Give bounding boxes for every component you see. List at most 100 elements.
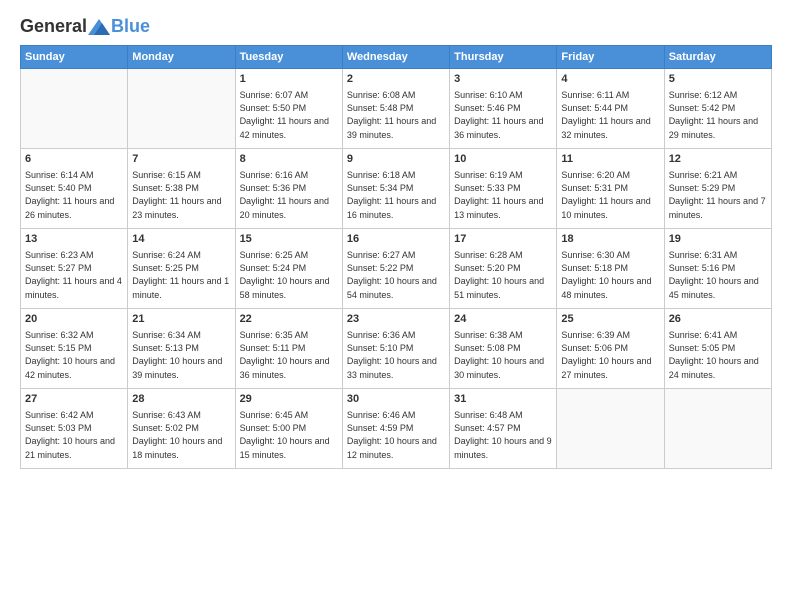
day-info: Sunrise: 6:12 AM Sunset: 5:42 PM Dayligh… [669,89,767,141]
day-info: Sunrise: 6:07 AM Sunset: 5:50 PM Dayligh… [240,89,338,141]
calendar-day-cell: 22Sunrise: 6:35 AM Sunset: 5:11 PM Dayli… [235,309,342,389]
day-number: 24 [454,312,552,327]
logo-blue-text: Blue [111,16,150,37]
day-info: Sunrise: 6:14 AM Sunset: 5:40 PM Dayligh… [25,169,123,221]
day-number: 18 [561,232,659,247]
day-number: 11 [561,152,659,167]
day-info: Sunrise: 6:23 AM Sunset: 5:27 PM Dayligh… [25,249,123,301]
day-number: 5 [669,72,767,87]
calendar-day-cell: 8 Sunrise: 6:16 AM Sunset: 5:36 PM Daylig… [235,149,342,229]
calendar-day-cell: 13 Sunrise: 6:23 AM Sunset: 5:27 PM Dayli… [21,229,128,309]
day-number: 19 [669,232,767,247]
day-number: 29 [240,392,338,407]
calendar-day-cell [664,389,771,469]
calendar-day-cell: 23 Sunrise: 6:36 AM Sunset: 5:10 PM Dayli… [342,309,449,389]
weekday-header: Wednesday [342,46,449,69]
day-number: 10 [454,152,552,167]
day-number: 20 [25,312,123,327]
calendar-day-cell: 17 Sunrise: 6:28 AM Sunset: 5:20 PM Dayli… [450,229,557,309]
day-number: 30 [347,392,445,407]
day-number: 8 [240,152,338,167]
calendar-day-cell: 21 Sunrise: 6:34 AM Sunset: 5:13 PM Dayli… [128,309,235,389]
calendar-day-cell: 24Sunrise: 6:38 AM Sunset: 5:08 PM Dayli… [450,309,557,389]
calendar-day-cell: 6 Sunrise: 6:14 AM Sunset: 5:40 PM Daylig… [21,149,128,229]
page-header: General Blue [20,16,772,37]
calendar-day-cell: 1 Sunrise: 6:07 AM Sunset: 5:50 PM Daylig… [235,69,342,149]
weekday-header: Saturday [664,46,771,69]
day-info: Sunrise: 6:21 AM Sunset: 5:29 PM Dayligh… [669,169,767,221]
day-number: 14 [132,232,230,247]
day-info: Sunrise: 6:34 AM Sunset: 5:13 PM Dayligh… [132,329,230,381]
day-info: Sunrise: 6:16 AM Sunset: 5:36 PM Dayligh… [240,169,338,221]
day-number: 22 [240,312,338,327]
day-info: Sunrise: 6:10 AM Sunset: 5:46 PM Dayligh… [454,89,552,141]
logo-general-text: General [20,16,87,37]
calendar-day-cell: 7 Sunrise: 6:15 AM Sunset: 5:38 PM Daylig… [128,149,235,229]
calendar-day-cell: 11 Sunrise: 6:20 AM Sunset: 5:31 PM Dayli… [557,149,664,229]
day-number: 15 [240,232,338,247]
day-info: Sunrise: 6:32 AM Sunset: 5:15 PM Dayligh… [25,329,123,381]
calendar-day-cell: 12 Sunrise: 6:21 AM Sunset: 5:29 PM Dayli… [664,149,771,229]
day-info: Sunrise: 6:45 AM Sunset: 5:00 PM Dayligh… [240,409,338,461]
calendar-day-cell: 9Sunrise: 6:18 AM Sunset: 5:34 PM Daylig… [342,149,449,229]
calendar-day-cell [128,69,235,149]
calendar-day-cell: 25Sunrise: 6:39 AM Sunset: 5:06 PM Dayli… [557,309,664,389]
calendar-day-cell: 16 Sunrise: 6:27 AM Sunset: 5:22 PM Dayli… [342,229,449,309]
calendar-week-row: 6 Sunrise: 6:14 AM Sunset: 5:40 PM Daylig… [21,149,772,229]
calendar-table: SundayMondayTuesdayWednesdayThursdayFrid… [20,45,772,469]
calendar-day-cell: 30Sunrise: 6:46 AM Sunset: 4:59 PM Dayli… [342,389,449,469]
calendar-day-cell: 18 Sunrise: 6:30 AM Sunset: 5:18 PM Dayli… [557,229,664,309]
day-info: Sunrise: 6:36 AM Sunset: 5:10 PM Dayligh… [347,329,445,381]
day-number: 17 [454,232,552,247]
day-info: Sunrise: 6:30 AM Sunset: 5:18 PM Dayligh… [561,249,659,301]
day-info: Sunrise: 6:15 AM Sunset: 5:38 PM Dayligh… [132,169,230,221]
calendar-week-row: 1 Sunrise: 6:07 AM Sunset: 5:50 PM Daylig… [21,69,772,149]
calendar-day-cell: 28 Sunrise: 6:43 AM Sunset: 5:02 PM Dayli… [128,389,235,469]
day-number: 21 [132,312,230,327]
day-info: Sunrise: 6:41 AM Sunset: 5:05 PM Dayligh… [669,329,767,381]
weekday-header: Sunday [21,46,128,69]
calendar-day-cell: 29 Sunrise: 6:45 AM Sunset: 5:00 PM Dayli… [235,389,342,469]
day-number: 23 [347,312,445,327]
calendar-day-cell: 2 Sunrise: 6:08 AM Sunset: 5:48 PM Daylig… [342,69,449,149]
calendar-day-cell: 20 Sunrise: 6:32 AM Sunset: 5:15 PM Dayli… [21,309,128,389]
day-info: Sunrise: 6:43 AM Sunset: 5:02 PM Dayligh… [132,409,230,461]
calendar-day-cell: 14Sunrise: 6:24 AM Sunset: 5:25 PM Dayli… [128,229,235,309]
day-number: 31 [454,392,552,407]
day-number: 16 [347,232,445,247]
day-number: 25 [561,312,659,327]
calendar-day-cell: 4 Sunrise: 6:11 AM Sunset: 5:44 PM Daylig… [557,69,664,149]
logo: General Blue [20,16,150,37]
calendar-day-cell [21,69,128,149]
calendar-day-cell: 26 Sunrise: 6:41 AM Sunset: 5:05 PM Dayli… [664,309,771,389]
weekday-header: Monday [128,46,235,69]
day-number: 12 [669,152,767,167]
day-number: 7 [132,152,230,167]
day-number: 26 [669,312,767,327]
calendar-day-cell: 15 Sunrise: 6:25 AM Sunset: 5:24 PM Dayli… [235,229,342,309]
calendar-day-cell: 31Sunrise: 6:48 AM Sunset: 4:57 PM Dayli… [450,389,557,469]
day-info: Sunrise: 6:25 AM Sunset: 5:24 PM Dayligh… [240,249,338,301]
calendar-week-row: 13 Sunrise: 6:23 AM Sunset: 5:27 PM Dayli… [21,229,772,309]
day-number: 6 [25,152,123,167]
calendar-header-row: SundayMondayTuesdayWednesdayThursdayFrid… [21,46,772,69]
day-info: Sunrise: 6:11 AM Sunset: 5:44 PM Dayligh… [561,89,659,141]
day-info: Sunrise: 6:27 AM Sunset: 5:22 PM Dayligh… [347,249,445,301]
day-number: 13 [25,232,123,247]
calendar-day-cell: 3 Sunrise: 6:10 AM Sunset: 5:46 PM Daylig… [450,69,557,149]
weekday-header: Thursday [450,46,557,69]
day-info: Sunrise: 6:20 AM Sunset: 5:31 PM Dayligh… [561,169,659,221]
day-info: Sunrise: 6:08 AM Sunset: 5:48 PM Dayligh… [347,89,445,141]
day-number: 9 [347,152,445,167]
calendar-day-cell: 10Sunrise: 6:19 AM Sunset: 5:33 PM Dayli… [450,149,557,229]
day-number: 2 [347,72,445,87]
day-number: 3 [454,72,552,87]
day-info: Sunrise: 6:31 AM Sunset: 5:16 PM Dayligh… [669,249,767,301]
day-info: Sunrise: 6:28 AM Sunset: 5:20 PM Dayligh… [454,249,552,301]
day-number: 28 [132,392,230,407]
weekday-header: Friday [557,46,664,69]
day-number: 4 [561,72,659,87]
day-number: 1 [240,72,338,87]
calendar-day-cell: 5 Sunrise: 6:12 AM Sunset: 5:42 PM Daylig… [664,69,771,149]
calendar-week-row: 20 Sunrise: 6:32 AM Sunset: 5:15 PM Dayli… [21,309,772,389]
